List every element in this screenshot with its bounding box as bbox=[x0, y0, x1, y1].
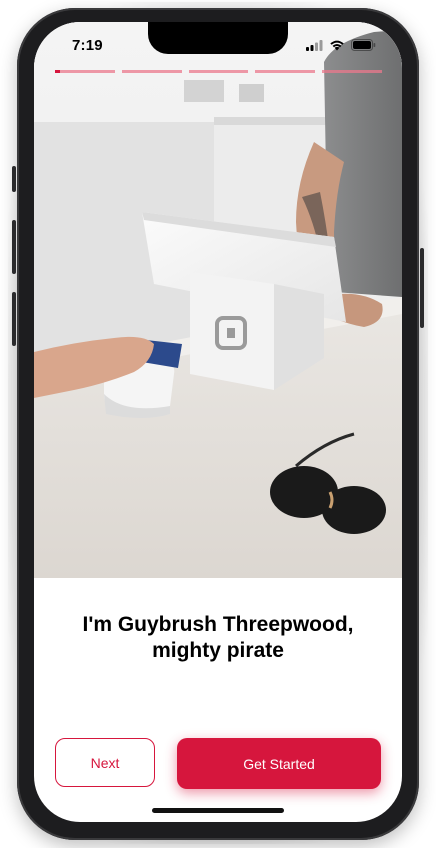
story-segment bbox=[255, 70, 316, 73]
volume-down-button bbox=[12, 292, 16, 346]
volume-up-button bbox=[12, 220, 16, 274]
status-time: 7:19 bbox=[72, 37, 103, 54]
cellular-signal-icon bbox=[306, 38, 323, 56]
next-button[interactable]: Next bbox=[55, 738, 155, 787]
story-segment bbox=[188, 70, 249, 73]
hero-image bbox=[34, 22, 402, 578]
onboarding-caption: I'm Guybrush Threepwood, mighty pirate bbox=[34, 612, 402, 664]
battery-icon bbox=[351, 38, 376, 56]
payment-terminal-photo bbox=[34, 22, 402, 578]
story-progress-bar bbox=[55, 70, 382, 73]
silent-switch bbox=[12, 166, 16, 192]
story-segment-fill bbox=[55, 70, 60, 73]
power-button bbox=[420, 248, 424, 328]
caption-line-2: mighty pirate bbox=[152, 639, 284, 662]
story-segment bbox=[55, 70, 115, 73]
app-screen: 7:19 I'm Guybrush Threepwood, mighty pir… bbox=[34, 22, 402, 822]
story-segment bbox=[121, 70, 182, 73]
get-started-button[interactable]: Get Started bbox=[177, 738, 381, 789]
device-notch bbox=[148, 22, 288, 54]
wifi-icon bbox=[329, 38, 345, 56]
status-icons bbox=[306, 38, 376, 56]
story-segment bbox=[322, 70, 382, 73]
caption-line-1: I'm Guybrush Threepwood, bbox=[82, 613, 354, 636]
home-indicator[interactable] bbox=[152, 808, 284, 813]
